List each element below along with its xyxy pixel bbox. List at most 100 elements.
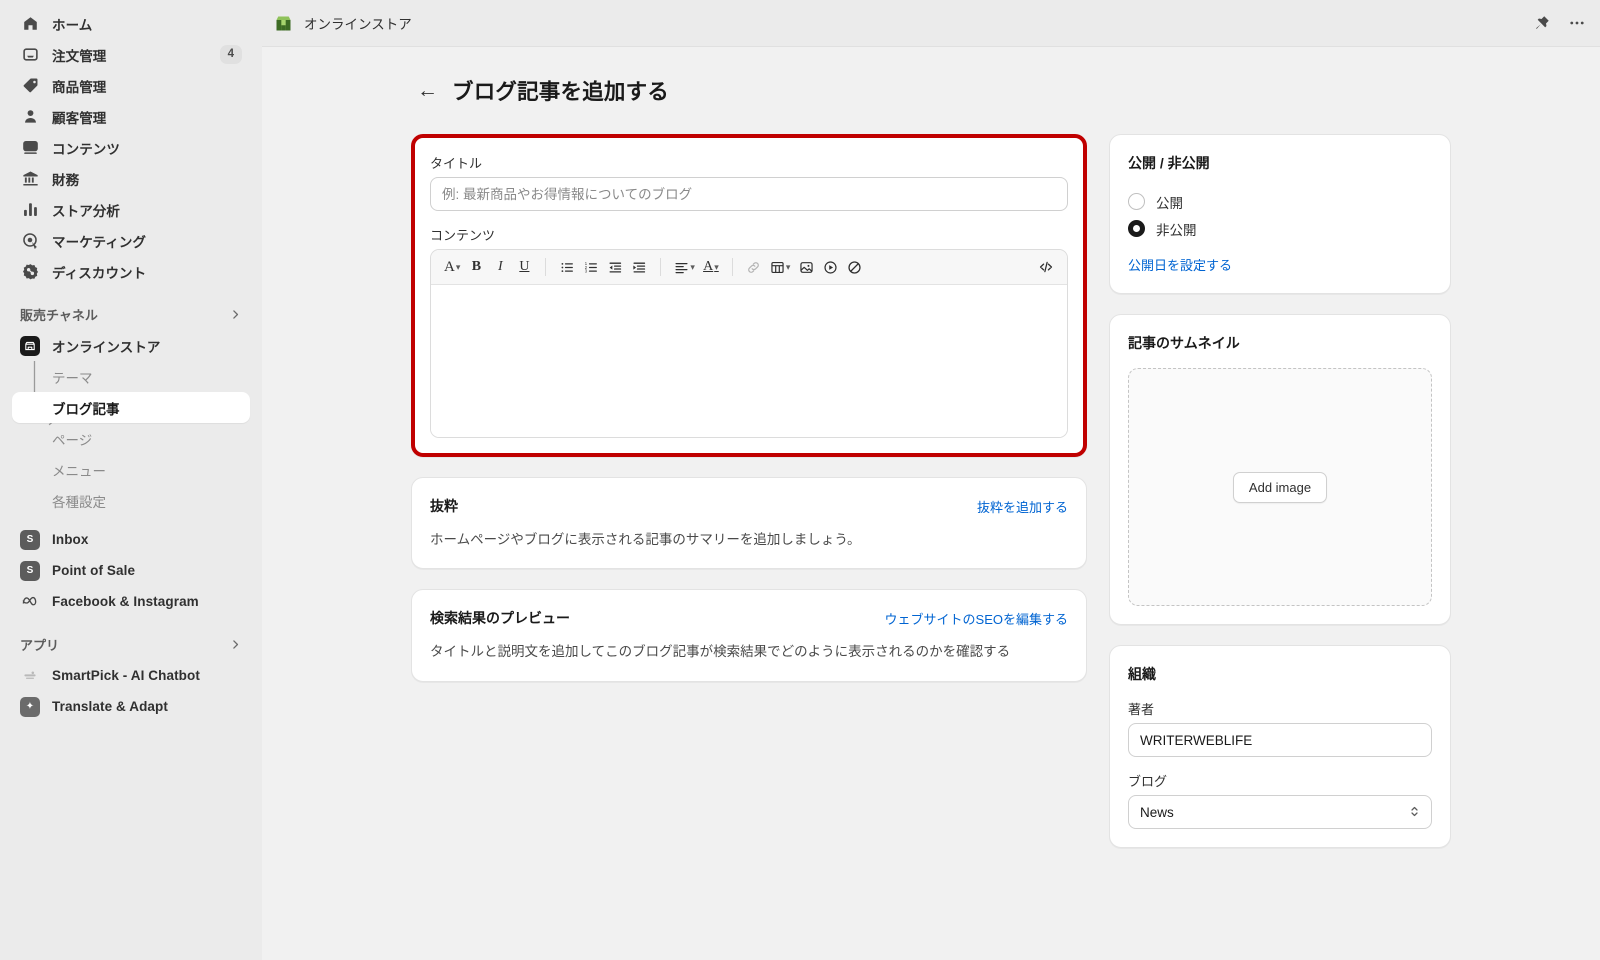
- sidebar-item-label: Translate & Adapt: [52, 699, 168, 714]
- smartpick-app-icon: [20, 666, 40, 686]
- thumbnail-dropzone[interactable]: Add image: [1128, 368, 1432, 606]
- author-input[interactable]: [1128, 723, 1432, 757]
- thumbnail-card-title: 記事のサムネイル: [1128, 335, 1240, 351]
- underline-icon[interactable]: U: [513, 254, 535, 280]
- visibility-card-title: 公開 / 非公開: [1128, 155, 1210, 171]
- app-root: ホーム 注文管理 4 商品管理 顧客管理 コンテンツ 財務 ストア分析 マーケテ…: [0, 0, 1600, 960]
- insert-image-icon[interactable]: [795, 254, 817, 280]
- sidebar-item-facebook-instagram[interactable]: Facebook & Instagram: [12, 586, 250, 617]
- product-tag-icon: [20, 76, 40, 96]
- seo-card-header: 検索結果のプレビュー ウェブサイトのSEOを編集する: [430, 608, 1068, 628]
- outdent-icon[interactable]: [604, 254, 626, 280]
- sidebar-item-label: 商品管理: [52, 79, 107, 95]
- clear-formatting-icon[interactable]: [843, 254, 865, 280]
- toolbar-separator-2: [660, 258, 662, 276]
- sidebar-item-home[interactable]: ホーム: [12, 8, 250, 39]
- sidebar-item-inbox[interactable]: S Inbox: [12, 524, 250, 555]
- insert-video-icon[interactable]: [819, 254, 841, 280]
- sidebar-item-smartpick[interactable]: SmartPick - AI Chatbot: [12, 660, 250, 691]
- sidebar-item-finance[interactable]: 財務: [12, 163, 250, 194]
- sidebar-subitem-label: テーマ: [52, 370, 93, 386]
- home-icon: [20, 14, 40, 34]
- seo-preview-card: 検索結果のプレビュー ウェブサイトのSEOを編集する タイトルと説明文を追加して…: [411, 589, 1087, 682]
- sidebar-item-pages[interactable]: ページ: [12, 423, 250, 454]
- table-icon[interactable]: ▾: [767, 254, 794, 280]
- numbered-list-icon[interactable]: 123: [580, 254, 602, 280]
- sidebar-section-apps[interactable]: アプリ: [12, 630, 250, 658]
- organization-card: 組織 著者 ブログ News: [1109, 645, 1451, 848]
- set-publish-date-link[interactable]: 公開日を設定する: [1128, 255, 1232, 274]
- orders-count-badge: 4: [219, 45, 242, 64]
- sidebar-item-menus[interactable]: メニュー: [12, 454, 250, 485]
- sidebar-item-label: ストア分析: [52, 203, 120, 219]
- visibility-option-hidden[interactable]: 非公開: [1128, 215, 1432, 242]
- sidebar-item-blog-posts[interactable]: ブログ記事: [12, 392, 250, 423]
- thumbnail-card: 記事のサムネイル Add image: [1109, 314, 1451, 625]
- sidebar-item-content[interactable]: コンテンツ: [12, 132, 250, 163]
- sidebar-item-theme[interactable]: テーマ: [12, 361, 250, 392]
- translate-adapt-app-icon: ✦: [20, 696, 40, 717]
- sidebar-subitem-label: ブログ記事: [52, 401, 120, 417]
- inbox-app-glyph: S: [26, 534, 34, 545]
- chevron-right-icon[interactable]: [229, 638, 242, 651]
- sidebar-item-analytics[interactable]: ストア分析: [12, 194, 250, 225]
- sidebar-divider-gap-2: [0, 617, 262, 626]
- back-arrow-icon[interactable]: ←: [417, 80, 438, 101]
- sidebar-subitem-label: ページ: [52, 432, 93, 448]
- content-image-icon: [20, 138, 40, 158]
- sidebar-section-sales-channels[interactable]: 販売チャネル: [12, 300, 250, 328]
- content-scroll-region[interactable]: ← ブログ記事を追加する タイトル コンテンツ A▾: [262, 47, 1600, 960]
- topbar-store-name: オンラインストア: [304, 17, 412, 32]
- sidebar-item-label: Point of Sale: [52, 563, 136, 578]
- sidebar-item-customers[interactable]: 顧客管理: [12, 101, 250, 132]
- sidebar-item-products[interactable]: 商品管理: [12, 70, 250, 101]
- sidebar-item-label: Facebook & Instagram: [52, 594, 199, 609]
- sidebar-item-label: SmartPick - AI Chatbot: [52, 668, 200, 683]
- more-horizontal-icon[interactable]: [1568, 14, 1586, 32]
- topbar: オンラインストア: [262, 0, 1600, 47]
- chevron-right-icon[interactable]: [229, 308, 242, 321]
- sidebar-item-orders[interactable]: 注文管理 4: [12, 39, 250, 70]
- pushpin-icon[interactable]: [1534, 15, 1550, 31]
- sidebar-item-translate-adapt[interactable]: ✦ Translate & Adapt: [12, 691, 250, 722]
- italic-icon[interactable]: I: [489, 254, 511, 280]
- sidebar-item-label: ホーム: [52, 17, 93, 33]
- bold-icon[interactable]: B: [465, 254, 487, 280]
- sidebar-item-discounts[interactable]: ディスカウント: [12, 256, 250, 287]
- indent-icon[interactable]: [628, 254, 650, 280]
- sidebar-item-label: 顧客管理: [52, 110, 107, 126]
- excerpt-card-title: 抜粋: [430, 498, 458, 514]
- add-excerpt-link[interactable]: 抜粋を追加する: [977, 497, 1068, 516]
- visibility-option-public[interactable]: 公開: [1128, 188, 1432, 215]
- sidebar-item-label: マーケティング: [52, 234, 147, 250]
- excerpt-card-header: 抜粋 抜粋を追加する: [430, 496, 1068, 516]
- finance-bank-icon: [20, 169, 40, 189]
- editor-content-area[interactable]: [431, 285, 1067, 437]
- text-color-icon[interactable]: A ▾: [700, 254, 722, 280]
- right-column: 公開 / 非公開 公開 非公開 公開日を設定する 記事のサムネイル Add im…: [1109, 134, 1451, 868]
- sidebar-item-settings[interactable]: 各種設定: [12, 485, 250, 516]
- edit-website-seo-link[interactable]: ウェブサイトのSEOを編集する: [885, 609, 1068, 628]
- sidebar-item-marketing[interactable]: マーケティング: [12, 225, 250, 256]
- radio-hidden[interactable]: [1128, 220, 1145, 237]
- post-editor-card: タイトル コンテンツ A▾ B I U: [411, 134, 1087, 457]
- svg-text:3: 3: [585, 268, 588, 273]
- code-view-icon[interactable]: [1035, 254, 1057, 280]
- page-wrapper: ← ブログ記事を追加する タイトル コンテンツ A▾: [411, 75, 1451, 868]
- storefront-logo-icon: [272, 12, 294, 34]
- bulleted-list-icon[interactable]: [556, 254, 578, 280]
- add-image-button[interactable]: Add image: [1232, 471, 1328, 503]
- chevron-updown-icon: [1409, 804, 1420, 821]
- link-icon[interactable]: [743, 254, 765, 280]
- sidebar-item-point-of-sale[interactable]: S Point of Sale: [12, 555, 250, 586]
- point-of-sale-app-icon: S: [20, 560, 40, 581]
- blog-select[interactable]: News: [1128, 795, 1432, 829]
- excerpt-card-body: ホームページやブログに表示される記事のサマリーを追加しましょう。: [430, 532, 861, 547]
- title-input[interactable]: [430, 177, 1068, 211]
- blog-field-label: ブログ: [1128, 774, 1168, 789]
- align-icon[interactable]: ▾: [671, 254, 698, 280]
- radio-public[interactable]: [1128, 193, 1145, 210]
- sidebar-item-online-store[interactable]: オンラインストア: [12, 330, 250, 361]
- font-style-icon[interactable]: A ▾: [441, 254, 463, 280]
